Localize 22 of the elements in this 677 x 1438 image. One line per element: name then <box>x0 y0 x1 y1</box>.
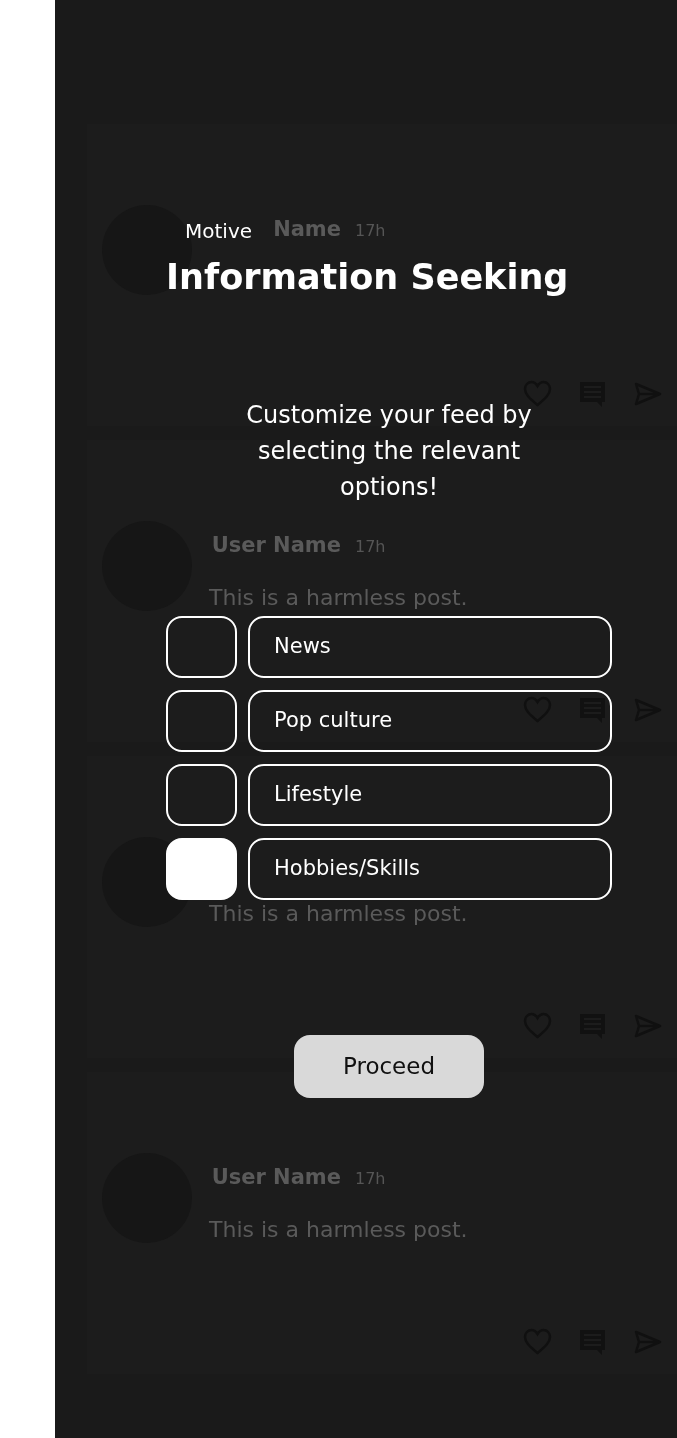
user-name: Name <box>273 216 341 242</box>
checkbox[interactable] <box>166 616 237 678</box>
instruction-text: Customize your feed by selecting the relevant options! <box>245 400 533 503</box>
option-button[interactable]: Lifestyle <box>248 764 612 826</box>
option-button[interactable]: Hobbies/Skills <box>248 838 612 900</box>
user-name: User Name <box>211 1164 341 1190</box>
user-name: User Name <box>211 532 341 558</box>
proceed-button[interactable]: Proceed <box>294 1035 484 1098</box>
comment-icon[interactable] <box>578 696 607 724</box>
checkbox[interactable] <box>166 690 237 752</box>
post-text: This is a harmless post. <box>209 1216 468 1244</box>
option-button[interactable]: Pop culture <box>248 690 612 752</box>
checkbox[interactable] <box>166 764 237 826</box>
post-time: 17h <box>355 1168 386 1190</box>
post-time: 17h <box>355 220 386 242</box>
checkbox[interactable] <box>166 838 237 900</box>
motive-title: Information Seeking <box>166 256 569 299</box>
post-time: 17h <box>355 536 386 558</box>
post-text: This is a harmless post. <box>209 584 468 612</box>
post-text: This is a harmless post. <box>209 900 468 928</box>
motive-label: Motive <box>185 219 253 243</box>
option-button[interactable]: News <box>248 616 612 678</box>
